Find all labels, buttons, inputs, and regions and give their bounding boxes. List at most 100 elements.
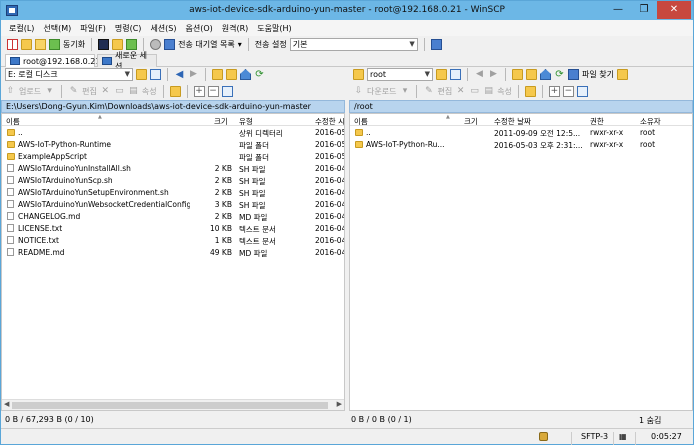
properties-button[interactable]: 속성 <box>142 86 157 97</box>
new-folder-icon[interactable] <box>169 86 181 97</box>
upload-icon[interactable]: ⇧ <box>5 86 16 97</box>
refresh-icon[interactable]: ⟳ <box>554 69 565 80</box>
remote-file-list[interactable]: 이름 ▲ 크기 수정한 날짜 권한 소유자 .. 2011-09-09 오전 12… <box>349 113 693 411</box>
home-icon[interactable] <box>540 69 551 80</box>
back-arrow-icon[interactable]: ◀ <box>174 69 185 80</box>
scroll-left-icon[interactable]: ◀ <box>4 400 9 408</box>
open-directory-icon[interactable] <box>436 69 447 80</box>
edit-button[interactable]: 편집 <box>82 86 97 97</box>
queue-dropdown-icon[interactable]: ▾ <box>238 40 242 49</box>
refresh-icon[interactable]: ⟳ <box>254 69 265 80</box>
download-button[interactable]: 다운로드 <box>367 86 396 97</box>
queue-list-button[interactable]: 전송 대기열 목록 <box>178 39 235 50</box>
transfer-options-icon[interactable] <box>430 39 442 50</box>
preferences-gear-icon[interactable] <box>150 39 162 50</box>
open-folder-icon[interactable] <box>21 39 32 50</box>
table-row[interactable]: AWS-IoT-Python-Runtime 파일 폴더 2016-05 <box>2 138 344 150</box>
menu-remote[interactable]: 원격(R) <box>222 23 249 34</box>
delete-icon[interactable]: ✕ <box>100 86 111 97</box>
local-file-list[interactable]: 이름 ▲ 크기 유형 수정한 시 .. 상위 디렉터리 2016-05 AWS-IoT… <box>1 113 345 411</box>
minimize-button[interactable]: — <box>605 1 631 19</box>
properties-button[interactable]: 속성 <box>497 86 512 97</box>
menu-select[interactable]: 선택(M) <box>43 23 71 34</box>
synchronize-button[interactable]: 동기화 <box>63 39 85 50</box>
remote-path-bar[interactable]: /root <box>349 100 693 113</box>
table-row[interactable]: AWS-IoT-Python-Ru... 2016-05-03 오후 2:31:.… <box>350 138 692 150</box>
rename-icon[interactable]: ▭ <box>114 86 125 97</box>
find-files-button[interactable]: 파일 찾기 <box>582 69 614 80</box>
filter-icon[interactable] <box>450 69 461 80</box>
forward-arrow-icon[interactable]: ▶ <box>188 69 199 80</box>
file-owner: root <box>640 140 656 149</box>
putty-folder-icon[interactable] <box>112 39 124 50</box>
delete-icon[interactable]: ✕ <box>455 86 466 97</box>
bookmark-icon[interactable] <box>616 69 628 80</box>
terminal-icon[interactable] <box>98 39 110 50</box>
local-path-bar[interactable]: E:\Users\Dong-Gyun.Kim\Downloads\aws-iot… <box>1 100 345 113</box>
menu-session[interactable]: 세션(S) <box>150 23 176 34</box>
compare-folders-icon[interactable] <box>35 39 46 50</box>
select-all-icon[interactable] <box>576 86 588 97</box>
menu-help[interactable]: 도움말(H) <box>257 23 291 34</box>
parent-directory-icon[interactable] <box>512 69 523 80</box>
edit-button[interactable]: 편집 <box>437 86 452 97</box>
table-row[interactable]: .. 상위 디렉터리 2016-05 <box>2 126 344 138</box>
table-row[interactable]: CHANGELOG.md 2 KB MD 파일 2016-04 <box>2 210 344 222</box>
back-arrow-icon[interactable]: ◀ <box>474 69 485 80</box>
properties-icon[interactable]: ▤ <box>483 86 494 97</box>
open-directory-icon[interactable] <box>136 69 147 80</box>
home-icon[interactable] <box>240 69 251 80</box>
table-row[interactable]: AWSIoTArduinoYunWebsocketCredentialConfi… <box>2 198 344 210</box>
toolbar-separator <box>505 68 506 81</box>
select-plus-icon[interactable]: + <box>193 86 205 97</box>
hidden-files-status[interactable]: 1 숨김 <box>639 415 661 426</box>
scroll-right-icon[interactable]: ▶ <box>337 400 342 408</box>
upload-dropdown-icon[interactable]: ▾ <box>44 86 55 97</box>
table-row[interactable]: AWSIoTArduinoYunInstallAll.sh 2 KB SH 파일 20… <box>2 162 344 174</box>
maximize-button[interactable]: ❐ <box>631 1 657 19</box>
refresh-session-icon[interactable] <box>126 39 138 50</box>
menu-command[interactable]: 명령(C) <box>115 23 142 34</box>
table-row[interactable]: AWSIoTArduinoYunSetupEnvironment.sh 2 KB S… <box>2 186 344 198</box>
menu-options[interactable]: 옵션(O) <box>185 23 212 34</box>
local-drive-select[interactable]: E: 로컬 디스크 ▼ <box>5 68 133 81</box>
table-row[interactable]: LICENSE.txt 10 KB 텍스트 문서 2016-04 <box>2 222 344 234</box>
table-row[interactable]: AWSIoTArduinoYunScp.sh 2 KB SH 파일 2016-04 <box>2 174 344 186</box>
synchronize-icon[interactable] <box>49 39 60 50</box>
root-directory-icon[interactable] <box>526 69 537 80</box>
menu-local[interactable]: 로컬(L) <box>9 23 34 34</box>
filter-icon[interactable] <box>150 69 161 80</box>
table-row[interactable]: .. 2011-09-09 오전 12:5... rwxr-xr-x root <box>350 126 692 138</box>
select-all-icon[interactable] <box>221 86 233 97</box>
transfer-settings-select[interactable]: 기본 ▼ <box>289 38 418 51</box>
remote-folder-select[interactable]: root ▼ <box>367 68 433 81</box>
commander-view-icon[interactable] <box>7 39 18 50</box>
queue-icon[interactable] <box>164 39 176 50</box>
forward-arrow-icon[interactable]: ▶ <box>488 69 499 80</box>
find-files-icon[interactable] <box>568 69 579 80</box>
edit-icon[interactable]: ✎ <box>68 86 79 97</box>
local-rows: .. 상위 디렉터리 2016-05 AWS-IoT-Python-Runtime 파일… <box>2 126 344 258</box>
pane-splitter[interactable] <box>345 100 349 411</box>
download-icon[interactable]: ⇩ <box>353 86 364 97</box>
select-minus-icon[interactable]: − <box>207 86 219 97</box>
scroll-thumb[interactable] <box>12 402 328 409</box>
upload-button[interactable]: 업로드 <box>19 86 41 97</box>
table-row[interactable]: README.md 49 KB MD 파일 2016-04 <box>2 246 344 258</box>
edit-icon[interactable]: ✎ <box>423 86 434 97</box>
select-plus-icon[interactable]: + <box>548 86 560 97</box>
close-button[interactable]: ✕ <box>657 1 691 19</box>
new-folder-icon[interactable] <box>524 86 536 97</box>
download-dropdown-icon[interactable]: ▾ <box>399 86 410 97</box>
parent-directory-icon[interactable] <box>212 69 223 80</box>
local-horizontal-scrollbar[interactable]: ◀ ▶ <box>2 399 344 410</box>
bottom-status-bar: SFTP-3 ▦ 0:05:27 <box>1 428 693 445</box>
root-directory-icon[interactable] <box>226 69 237 80</box>
select-minus-icon[interactable]: − <box>562 86 574 97</box>
table-row[interactable]: NOTICE.txt 1 KB 텍스트 문서 2016-04 <box>2 234 344 246</box>
rename-icon[interactable]: ▭ <box>469 86 480 97</box>
toolbar-separator <box>467 68 468 81</box>
table-row[interactable]: ExampleAppScript 파일 폴더 2016-05 <box>2 150 344 162</box>
properties-icon[interactable]: ▤ <box>128 86 139 97</box>
menu-file[interactable]: 파일(F) <box>80 23 106 34</box>
